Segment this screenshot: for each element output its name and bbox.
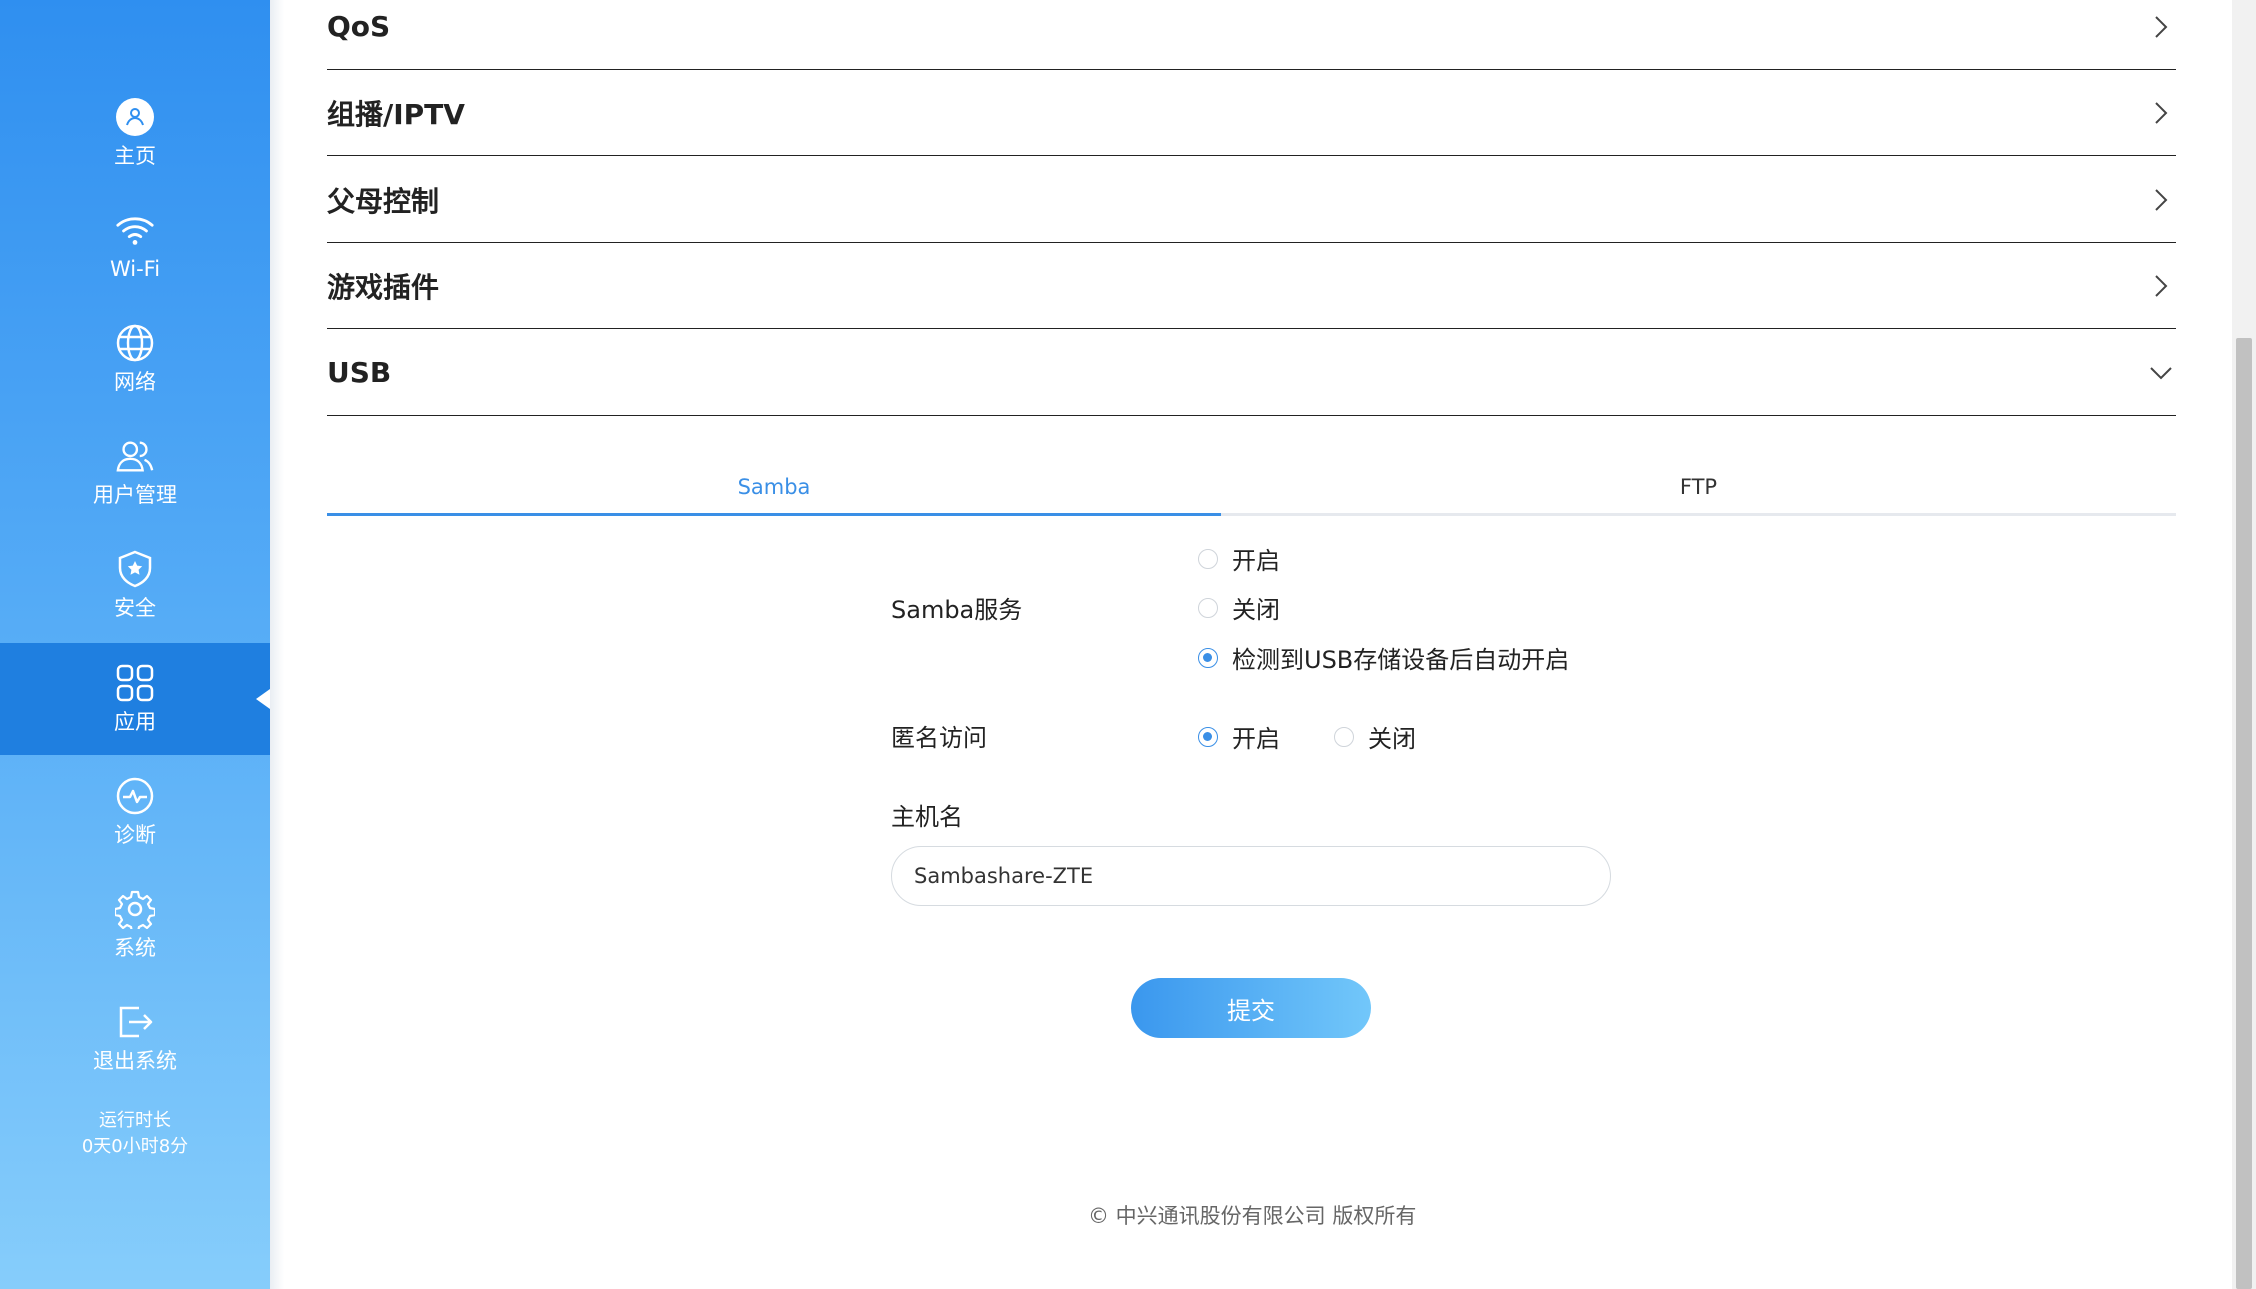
chevron-down-icon <box>2146 358 2176 388</box>
chevron-right-icon <box>2146 12 2176 42</box>
section-game-plugin[interactable]: 游戏插件 <box>327 243 2176 329</box>
footer-copyright: © 中兴通讯股份有限公司 版权所有 <box>1088 1204 1417 1228</box>
uptime-label: 运行时长 <box>99 1110 171 1131</box>
sidebar-item-label: 退出系统 <box>93 1049 177 1073</box>
chevron-right-icon <box>2146 271 2176 301</box>
radio-circle <box>1198 548 1218 569</box>
section-title: USB <box>327 356 392 389</box>
sidebar-item-network[interactable]: 网络 <box>0 303 270 415</box>
sidebar: 主页 Wi-Fi 网络 用户管理 安全 应用 诊断 系统 退出系统 运行时长 0… <box>0 0 270 1289</box>
section-title: 父母控制 <box>327 184 440 218</box>
radio-circle <box>1198 597 1218 618</box>
uptime-value: 0天0小时8分 <box>81 1136 189 1157</box>
sidebar-item-home[interactable]: 主页 <box>0 77 270 189</box>
apps-grid-icon <box>115 663 155 703</box>
sidebar-item-diagnose[interactable]: 诊断 <box>0 756 270 868</box>
sidebar-item-label: 应用 <box>114 710 156 734</box>
samba-radio-auto[interactable]: 检测到USB存储设备后自动开启 <box>1198 640 1569 675</box>
radio-label: 开启 <box>1232 725 1280 753</box>
usb-tabs: Samba FTP <box>327 458 2176 516</box>
sidebar-item-label: 系统 <box>114 936 156 960</box>
active-indicator <box>256 689 270 709</box>
uptime: 运行时长 0天0小时8分 <box>0 1108 270 1160</box>
home-user-icon <box>115 97 155 137</box>
anonymous-access-label: 匿名访问 <box>891 724 987 752</box>
sidebar-item-label: 安全 <box>114 596 156 620</box>
sidebar-item-security[interactable]: 安全 <box>0 529 270 641</box>
section-iptv[interactable]: 组播/IPTV <box>327 70 2176 156</box>
radio-label: 开启 <box>1232 547 1280 575</box>
sidebar-item-system[interactable]: 系统 <box>0 869 270 981</box>
sidebar-item-wifi[interactable]: Wi-Fi <box>0 190 270 302</box>
section-parental-control[interactable]: 父母控制 <box>327 157 2176 243</box>
sidebar-item-users[interactable]: 用户管理 <box>0 416 270 528</box>
section-title: 游戏插件 <box>327 270 440 304</box>
hostname-input[interactable] <box>891 846 1611 906</box>
chevron-right-icon <box>2146 98 2176 128</box>
sidebar-item-label: 主页 <box>114 144 156 168</box>
active-tab-underline <box>327 513 1221 516</box>
radio-circle <box>1198 726 1218 747</box>
anonymous-radio-on[interactable]: 开启 <box>1198 719 1280 754</box>
radio-label: 关闭 <box>1368 725 1416 753</box>
samba-radio-off[interactable]: 关闭 <box>1198 590 1280 625</box>
gear-icon <box>115 889 155 929</box>
section-title: 组播/IPTV <box>327 97 465 131</box>
submit-button[interactable]: 提交 <box>1131 978 1371 1038</box>
samba-radio-on[interactable]: 开启 <box>1198 541 1280 576</box>
section-qos[interactable]: QoS <box>327 0 2176 70</box>
diagnose-icon <box>115 776 155 816</box>
sidebar-item-label: 用户管理 <box>93 483 177 507</box>
tab-samba[interactable]: Samba <box>327 458 1221 516</box>
radio-label: 检测到USB存储设备后自动开启 <box>1232 646 1570 674</box>
anonymous-radio-off[interactable]: 关闭 <box>1334 719 1416 754</box>
tab-ftp[interactable]: FTP <box>1221 458 2176 516</box>
hostname-label: 主机名 <box>891 803 963 831</box>
sidebar-item-label: 网络 <box>114 370 156 394</box>
radio-circle <box>1198 647 1218 668</box>
wifi-icon <box>115 210 155 250</box>
samba-service-label: Samba服务 <box>891 596 1023 624</box>
section-usb[interactable]: USB <box>327 330 2176 416</box>
logout-icon <box>115 1002 155 1042</box>
globe-icon <box>115 323 155 363</box>
scrollbar-thumb[interactable] <box>2236 338 2252 1289</box>
content-shadow <box>270 0 284 1289</box>
sidebar-item-logout[interactable]: 退出系统 <box>0 982 270 1094</box>
radio-circle <box>1334 726 1354 747</box>
sidebar-item-apps[interactable]: 应用 <box>0 643 270 755</box>
chevron-right-icon <box>2146 185 2176 215</box>
sidebar-item-label: 诊断 <box>114 823 156 847</box>
users-icon <box>115 436 155 476</box>
section-title: QoS <box>327 10 391 43</box>
radio-label: 关闭 <box>1232 596 1280 624</box>
sidebar-item-label: Wi-Fi <box>109 257 161 281</box>
shield-icon <box>115 549 155 589</box>
